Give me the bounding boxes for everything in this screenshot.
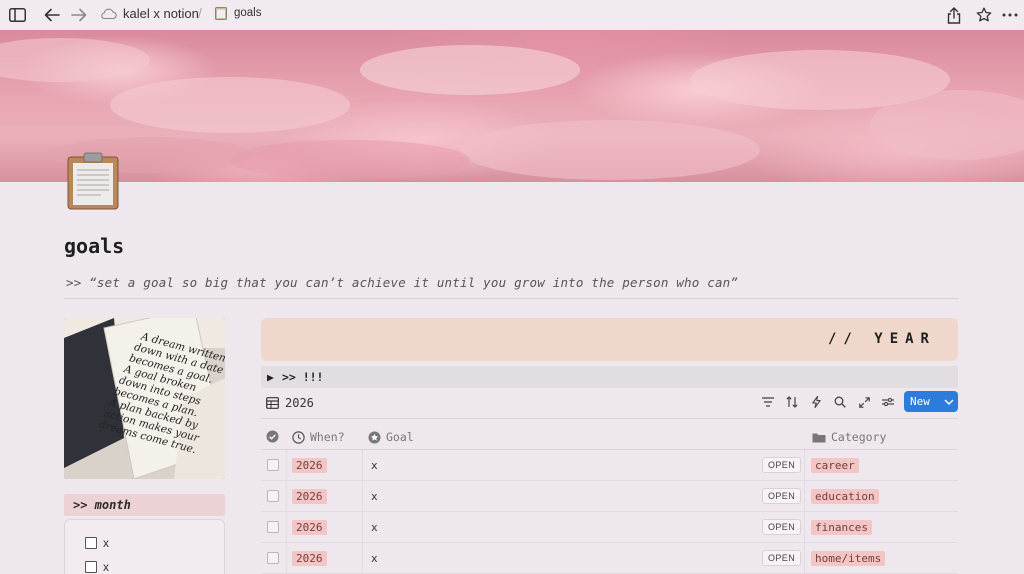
page-crumb-label: goals (234, 7, 262, 19)
open-button[interactable]: OPEN (762, 550, 802, 566)
breadcrumb-separator: / (198, 5, 202, 21)
sidebar-toggle-icon[interactable] (6, 4, 28, 26)
clipboard-page-icon[interactable] (67, 152, 119, 210)
category-tag[interactable]: education (811, 489, 879, 504)
column-divider (804, 543, 805, 573)
when-tag[interactable]: 2026 (292, 489, 327, 504)
select-all-checkbox[interactable] (266, 430, 279, 443)
table-row[interactable]: 2026 x OPEN home/items (261, 543, 958, 574)
todo-checkbox[interactable] (85, 561, 97, 573)
clipboard-icon (215, 7, 227, 20)
month-callout[interactable]: >> month (64, 494, 225, 516)
checkmark-circle-icon (266, 430, 279, 443)
new-button[interactable]: New (904, 391, 958, 412)
goal-cell[interactable]: x (371, 459, 378, 472)
column-divider (362, 512, 363, 542)
star-badge-icon (368, 431, 381, 443)
new-button-label: New (910, 395, 930, 408)
when-tag[interactable]: 2026 (292, 458, 327, 473)
cloud-icon (101, 8, 117, 19)
back-arrow-icon[interactable] (41, 4, 63, 26)
column-header-when[interactable]: When? (292, 430, 345, 444)
table-row[interactable]: 2026 x OPEN finances (261, 512, 958, 543)
column-header-category[interactable]: Category (812, 430, 886, 444)
page-title[interactable]: goals (64, 234, 124, 258)
table-row[interactable]: 2026 x OPEN education (261, 481, 958, 512)
toolbar-divider (261, 418, 958, 419)
view-tab-2026[interactable]: 2026 (266, 396, 314, 410)
goal-cell[interactable]: x (371, 521, 378, 534)
column-divider (286, 512, 287, 542)
triangle-right-icon[interactable]: ▶ (267, 370, 274, 384)
column-divider (362, 450, 363, 480)
chevron-down-icon[interactable] (944, 399, 954, 405)
folder-icon (812, 433, 826, 442)
table-icon (266, 397, 279, 409)
category-tag[interactable]: career (811, 458, 859, 473)
goal-cell[interactable]: x (371, 490, 378, 503)
column-divider (286, 543, 287, 573)
page-quote[interactable]: >> “set a goal so big that you can’t ach… (66, 275, 738, 290)
goal-cell[interactable]: x (371, 552, 378, 565)
todo-item[interactable]: x (85, 560, 109, 574)
clock-icon (292, 430, 305, 444)
column-header-goal[interactable]: Goal (368, 430, 414, 444)
open-button[interactable]: OPEN (762, 457, 802, 473)
column-divider (286, 450, 287, 480)
divider (64, 298, 958, 299)
share-icon[interactable] (943, 4, 965, 26)
lightning-icon[interactable] (804, 393, 828, 411)
filter-icon[interactable] (756, 393, 780, 411)
row-checkbox[interactable] (267, 552, 279, 564)
book-photo: A dream written down with a date becomes… (64, 318, 225, 479)
column-divider (804, 512, 805, 542)
expand-icon[interactable] (852, 393, 876, 411)
table-row[interactable]: 2026 x OPEN career (261, 450, 958, 481)
top-bar: kalel x notion / goals (0, 0, 1024, 30)
todo-checkbox[interactable] (85, 537, 97, 549)
cover-image[interactable] (0, 30, 1024, 182)
row-checkbox[interactable] (267, 459, 279, 471)
column-header-label: Category (831, 430, 887, 444)
column-divider (362, 481, 363, 511)
year-banner[interactable]: // YEAR (261, 318, 958, 361)
todo-label: x (103, 560, 109, 574)
more-options-icon[interactable] (999, 4, 1021, 26)
breadcrumb-page[interactable]: goals (214, 6, 262, 20)
settings-sliders-icon[interactable] (876, 393, 900, 411)
row-checkbox[interactable] (267, 490, 279, 502)
category-tag[interactable]: home/items (811, 551, 886, 566)
open-button[interactable]: OPEN (762, 519, 802, 535)
category-tag[interactable]: finances (811, 520, 872, 535)
toggle-label: >> !!! (281, 370, 324, 384)
when-tag[interactable]: 2026 (292, 551, 327, 566)
year-banner-text: // YEAR (827, 331, 936, 347)
sort-icon[interactable] (780, 393, 804, 411)
forward-arrow-icon[interactable] (68, 4, 90, 26)
todo-item[interactable]: x (85, 536, 109, 550)
row-checkbox[interactable] (267, 521, 279, 533)
todo-label: x (103, 536, 109, 550)
search-icon[interactable] (828, 393, 852, 411)
breadcrumb-workspace[interactable]: kalel x notion (100, 6, 199, 21)
view-tab-label: 2026 (285, 396, 314, 410)
column-divider (804, 481, 805, 511)
column-divider (804, 450, 805, 480)
database-toolbar (756, 393, 900, 411)
column-header-label: Goal (386, 430, 414, 444)
open-button[interactable]: OPEN (762, 488, 802, 504)
column-divider (286, 481, 287, 511)
when-tag[interactable]: 2026 (292, 520, 327, 535)
todo-list: x x (64, 519, 225, 574)
star-icon[interactable] (973, 4, 995, 26)
column-header-label: When? (310, 430, 345, 444)
toggle-block[interactable]: ▶ >> !!! (261, 366, 958, 388)
column-divider (362, 543, 363, 573)
workspace-name: kalel x notion (123, 6, 199, 21)
